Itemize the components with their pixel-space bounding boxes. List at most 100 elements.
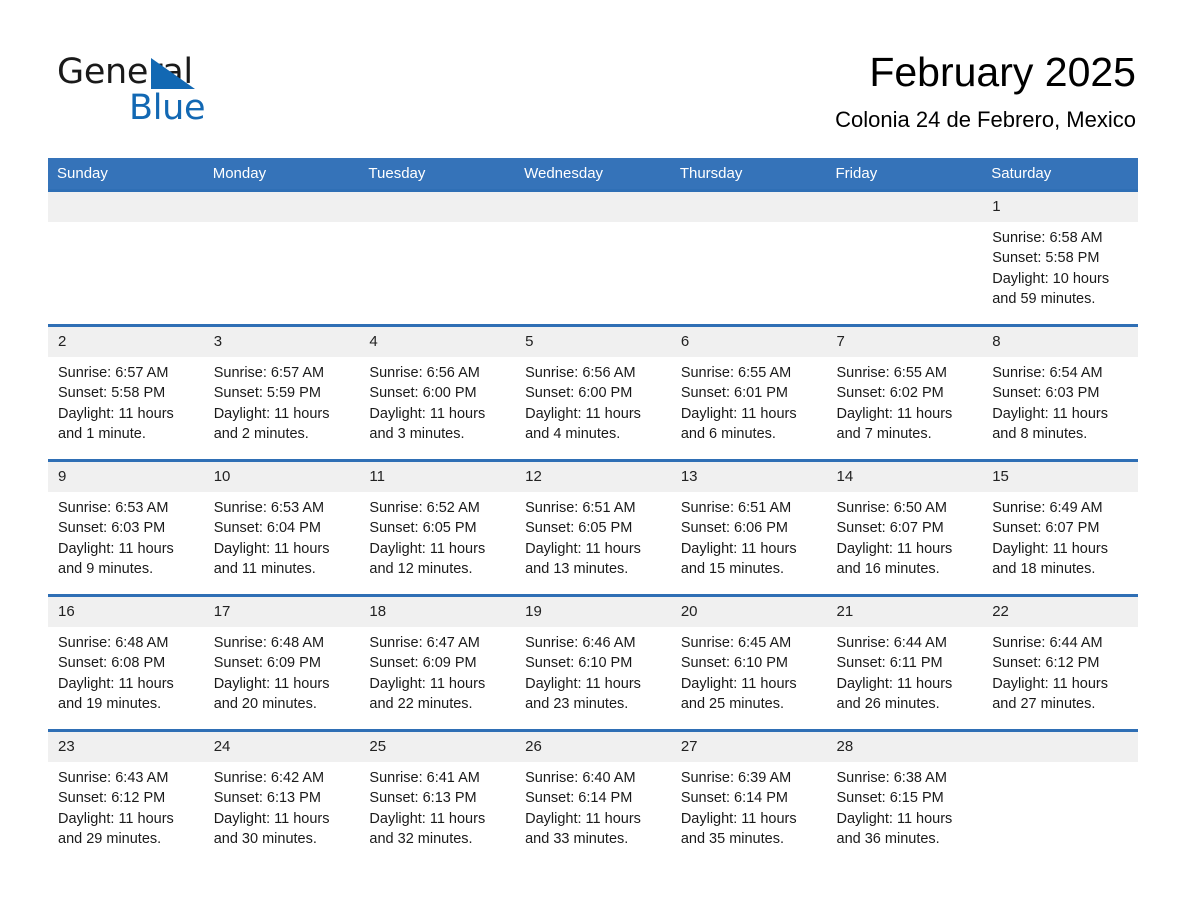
calendar-day-cell[interactable]: 1 Sunrise: 6:58 AM Sunset: 5:58 PM Daylight… xyxy=(982,189,1138,326)
calendar-day-cell[interactable]: 17 Sunrise: 6:48 AM Sunset: 6:09 PM Dayligh… xyxy=(203,594,360,731)
calendar-day-cell[interactable]: 25 Sunrise: 6:41 AM Sunset: 6:13 PM Dayligh… xyxy=(359,729,516,864)
sunset-text: Sunset: 6:05 PM xyxy=(525,520,633,537)
calendar-day-cell[interactable]: 2 Sunrise: 6:57 AM Sunset: 5:58 PM Daylight… xyxy=(48,324,204,461)
calendar-day-cell[interactable]: 22 Sunrise: 6:44 AM Sunset: 6:12 PM Dayligh… xyxy=(982,594,1138,731)
calendar-day-cell[interactable]: 3 Sunrise: 6:57 AM Sunset: 5:59 PM Daylight… xyxy=(203,324,360,461)
sunset-text: Sunset: 6:14 PM xyxy=(525,790,633,807)
daylight-text: Daylight: 11 hours and 9 minutes. xyxy=(58,540,174,577)
calendar-day-cell[interactable]: 5 Sunrise: 6:56 AM Sunset: 6:00 PM Daylight… xyxy=(515,324,671,461)
calendar-day-cell[interactable]: 16 Sunrise: 6:48 AM Sunset: 6:08 PM Dayligh… xyxy=(48,594,204,731)
day-number: 16 xyxy=(48,597,204,627)
day-details: Sunrise: 6:55 AM Sunset: 6:02 PM Daylight:… xyxy=(827,357,983,444)
day-number: 14 xyxy=(826,462,983,492)
calendar-day-cell[interactable]: 14 Sunrise: 6:50 AM Sunset: 6:07 PM Dayligh… xyxy=(826,459,983,596)
sunset-text: Sunset: 5:58 PM xyxy=(58,385,166,402)
sunset-text: Sunset: 6:01 PM xyxy=(680,385,789,402)
day-details: Sunrise: 6:53 AM Sunset: 6:03 PM Daylight:… xyxy=(48,492,204,579)
day-number: 13 xyxy=(670,462,827,492)
day-number: 6 xyxy=(670,327,827,357)
day-details: Sunrise: 6:52 AM Sunset: 6:05 PM Daylight:… xyxy=(359,492,515,579)
day-details: Sunrise: 6:57 AM Sunset: 5:58 PM Daylight:… xyxy=(48,357,204,444)
calendar-day-cell[interactable]: 28 Sunrise: 6:38 AM Sunset: 6:15 PM Dayligh… xyxy=(826,729,983,864)
calendar-body: 1 Sunrise: 6:58 AM Sunset: 5:58 PM Daylight… xyxy=(48,189,1138,864)
calendar-day-cell[interactable]: 9 Sunrise: 6:53 AM Sunset: 6:03 PM Daylight… xyxy=(48,459,204,596)
daylight-text: Daylight: 11 hours and 26 minutes. xyxy=(836,675,953,712)
calendar-day-cell[interactable]: 10 Sunrise: 6:53 AM Sunset: 6:04 PM Dayligh… xyxy=(203,459,360,596)
sunset-text: Sunset: 6:00 PM xyxy=(525,385,633,402)
daylight-text: Daylight: 11 hours and 22 minutes. xyxy=(369,675,486,712)
page-header: General Blue February 2025 Colonia 24 de… xyxy=(0,0,1188,158)
calendar-day-cell[interactable]: 19 Sunrise: 6:46 AM Sunset: 6:10 PM Dayligh… xyxy=(515,594,671,731)
sunrise-text: Sunrise: 6:57 AM xyxy=(58,365,169,381)
daylight-text: Daylight: 11 hours and 6 minutes. xyxy=(680,405,797,442)
day-number xyxy=(48,192,204,222)
day-number: 22 xyxy=(982,597,1138,627)
daylight-text: Daylight: 11 hours and 2 minutes. xyxy=(213,405,330,442)
calendar-table: Sunday Monday Tuesday Wednesday Thursday Frid… xyxy=(48,158,1138,864)
day-number: 20 xyxy=(670,597,827,627)
calendar-day-cell[interactable]: 13 Sunrise: 6:51 AM Sunset: 6:06 PM Dayligh… xyxy=(670,459,827,596)
calendar-day-cell[interactable]: 20 Sunrise: 6:45 AM Sunset: 6:10 PM Dayligh… xyxy=(670,594,827,731)
calendar-day-cell[interactable]: 26 Sunrise: 6:40 AM Sunset: 6:14 PM Dayligh… xyxy=(515,729,671,864)
daylight-text: Daylight: 11 hours and 20 minutes. xyxy=(213,675,330,712)
calendar-cell-empty xyxy=(982,729,1138,864)
calendar-day-cell[interactable]: 24 Sunrise: 6:42 AM Sunset: 6:13 PM Dayligh… xyxy=(203,729,360,864)
sunset-text: Sunset: 6:02 PM xyxy=(836,385,944,402)
sunset-text: Sunset: 6:03 PM xyxy=(58,520,166,537)
day-number xyxy=(982,732,1138,762)
day-details: Sunrise: 6:46 AM Sunset: 6:10 PM Daylight:… xyxy=(515,627,671,714)
sunset-text: Sunset: 6:12 PM xyxy=(58,790,166,807)
sunset-text: Sunset: 6:07 PM xyxy=(836,520,944,537)
calendar-day-cell[interactable]: 12 Sunrise: 6:51 AM Sunset: 6:05 PM Dayligh… xyxy=(515,459,671,596)
day-number xyxy=(359,192,516,222)
calendar-day-cell[interactable]: 27 Sunrise: 6:39 AM Sunset: 6:14 PM Dayligh… xyxy=(670,729,827,864)
daylight-text: Daylight: 11 hours and 8 minutes. xyxy=(992,405,1109,442)
sunset-text: Sunset: 6:05 PM xyxy=(369,520,477,537)
daylight-text: Daylight: 11 hours and 7 minutes. xyxy=(836,405,953,442)
calendar-cell-empty xyxy=(48,189,204,326)
day-number xyxy=(515,192,671,222)
day-number: 25 xyxy=(359,732,516,762)
sunset-text: Sunset: 6:07 PM xyxy=(992,520,1100,537)
calendar-day-cell[interactable]: 15 Sunrise: 6:49 AM Sunset: 6:07 PM Dayligh… xyxy=(982,459,1138,596)
weekday-header-wednesday: Wednesday xyxy=(515,158,671,191)
daylight-text: Daylight: 11 hours and 25 minutes. xyxy=(680,675,797,712)
logo-text-blue: Blue xyxy=(129,88,206,128)
day-number: 27 xyxy=(670,732,827,762)
day-details: Sunrise: 6:43 AM Sunset: 6:12 PM Daylight:… xyxy=(48,762,204,849)
calendar-day-cell[interactable]: 6 Sunrise: 6:55 AM Sunset: 6:01 PM Daylight… xyxy=(670,324,827,461)
sunrise-text: Sunrise: 6:44 AM xyxy=(992,635,1103,651)
day-number: 17 xyxy=(203,597,360,627)
daylight-text: Daylight: 11 hours and 30 minutes. xyxy=(213,810,330,847)
page-subtitle: Colonia 24 de Febrero, Mexico xyxy=(835,107,1136,132)
daylight-text: Daylight: 11 hours and 12 minutes. xyxy=(369,540,486,577)
calendar-cell-empty xyxy=(670,189,827,326)
day-details: Sunrise: 6:44 AM Sunset: 6:12 PM Daylight:… xyxy=(982,627,1138,714)
day-details: Sunrise: 6:50 AM Sunset: 6:07 PM Daylight:… xyxy=(827,492,983,579)
calendar-page: General Blue February 2025 Colonia 24 de… xyxy=(0,0,1188,918)
day-details: Sunrise: 6:56 AM Sunset: 6:00 PM Daylight:… xyxy=(515,357,671,444)
sunset-text: Sunset: 6:11 PM xyxy=(836,655,943,672)
sunrise-text: Sunrise: 6:46 AM xyxy=(525,635,636,651)
day-number: 11 xyxy=(359,462,516,492)
weekday-header-thursday: Thursday xyxy=(670,158,827,191)
sunset-text: Sunset: 6:12 PM xyxy=(992,655,1100,672)
calendar-day-cell[interactable]: 4 Sunrise: 6:56 AM Sunset: 6:00 PM Daylight… xyxy=(359,324,516,461)
calendar-day-cell[interactable]: 21 Sunrise: 6:44 AM Sunset: 6:11 PM Dayligh… xyxy=(826,594,983,731)
day-details: Sunrise: 6:53 AM Sunset: 6:04 PM Daylight:… xyxy=(204,492,360,579)
calendar-day-cell[interactable]: 7 Sunrise: 6:55 AM Sunset: 6:02 PM Daylight… xyxy=(826,324,983,461)
day-number: 24 xyxy=(203,732,360,762)
day-details: Sunrise: 6:41 AM Sunset: 6:13 PM Daylight:… xyxy=(359,762,515,849)
calendar-day-cell[interactable]: 8 Sunrise: 6:54 AM Sunset: 6:03 PM Daylight… xyxy=(982,324,1138,461)
weekday-header-sunday: Sunday xyxy=(48,158,204,191)
calendar-day-cell[interactable]: 11 Sunrise: 6:52 AM Sunset: 6:05 PM Dayligh… xyxy=(359,459,516,596)
weekday-header-monday: Monday xyxy=(203,158,360,191)
sunrise-text: Sunrise: 6:56 AM xyxy=(525,365,636,381)
calendar-day-cell[interactable]: 23 Sunrise: 6:43 AM Sunset: 6:12 PM Dayligh… xyxy=(48,729,204,864)
calendar-day-cell[interactable]: 18 Sunrise: 6:47 AM Sunset: 6:09 PM Dayligh… xyxy=(359,594,516,731)
day-number: 10 xyxy=(203,462,360,492)
calendar-week-row: 23 Sunrise: 6:43 AM Sunset: 6:12 PM Dayligh… xyxy=(48,729,1138,864)
daylight-text: Daylight: 11 hours and 29 minutes. xyxy=(58,810,174,847)
sunrise-text: Sunrise: 6:45 AM xyxy=(680,635,792,651)
day-number: 28 xyxy=(826,732,983,762)
